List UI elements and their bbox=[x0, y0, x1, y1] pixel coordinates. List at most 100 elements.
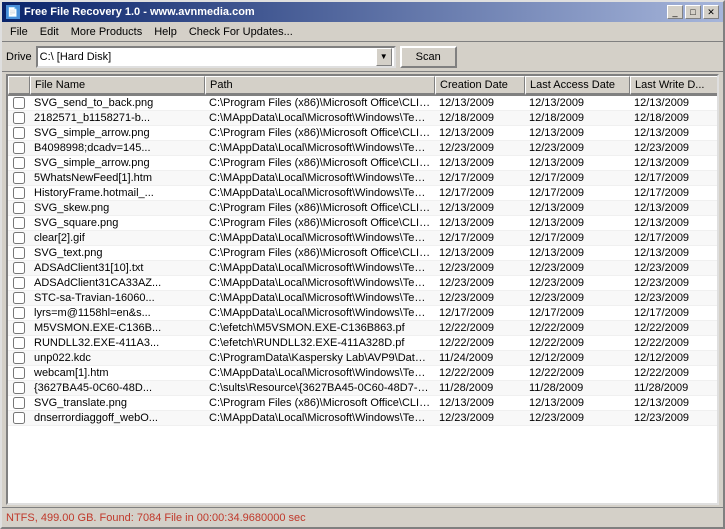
row-created: 12/18/2009 bbox=[435, 111, 525, 125]
row-filename: SVG_simple_arrow.png bbox=[30, 156, 205, 170]
row-written: 12/22/2009 bbox=[630, 336, 717, 350]
table-row[interactable]: 2182571_b1158271-b... C:\MAppData\Local\… bbox=[8, 111, 717, 126]
row-checkbox[interactable] bbox=[8, 247, 30, 259]
row-checkbox[interactable] bbox=[8, 97, 30, 109]
close-button[interactable]: ✕ bbox=[703, 5, 719, 19]
row-checkbox[interactable] bbox=[8, 142, 30, 154]
table-row[interactable]: SVG_simple_arrow.png C:\Program Files (x… bbox=[8, 156, 717, 171]
header-written[interactable]: Last Write D... bbox=[630, 76, 719, 95]
row-checkbox[interactable] bbox=[8, 112, 30, 124]
table-row[interactable]: {3627BA45-0C60-48D... C:\sults\Resource\… bbox=[8, 381, 717, 396]
table-row[interactable]: SVG_text.png C:\Program Files (x86)\Micr… bbox=[8, 246, 717, 261]
title-controls: _ □ ✕ bbox=[667, 5, 719, 19]
status-bar: NTFS, 499.00 GB. Found: 7084 File in 00:… bbox=[2, 507, 723, 527]
table-row[interactable]: SVG_translate.png C:\Program Files (x86)… bbox=[8, 396, 717, 411]
table-row[interactable]: lyrs=m@1158hl=en&s... C:\MAppData\Local\… bbox=[8, 306, 717, 321]
menu-bar: File Edit More Products Help Check For U… bbox=[2, 22, 723, 42]
row-filename: SVG_send_to_back.png bbox=[30, 96, 205, 110]
table-row[interactable]: M5VSMON.EXE-C136B... C:\efetch\M5VSMON.E… bbox=[8, 321, 717, 336]
row-accessed: 12/22/2009 bbox=[525, 336, 630, 350]
row-written: 12/13/2009 bbox=[630, 216, 717, 230]
minimize-button[interactable]: _ bbox=[667, 5, 683, 19]
row-written: 11/28/2009 bbox=[630, 381, 717, 395]
row-checkbox[interactable] bbox=[8, 397, 30, 409]
row-accessed: 12/22/2009 bbox=[525, 366, 630, 380]
maximize-button[interactable]: □ bbox=[685, 5, 701, 19]
header-filename[interactable]: File Name bbox=[30, 76, 205, 95]
file-list-body[interactable]: SVG_send_to_back.png C:\Program Files (x… bbox=[8, 96, 717, 503]
table-row[interactable]: ADSAdClient31CA33AZ... C:\MAppData\Local… bbox=[8, 276, 717, 291]
row-checkbox[interactable] bbox=[8, 322, 30, 334]
title-bar-left: 📄 Free File Recovery 1.0 - www.avnmedia.… bbox=[6, 5, 255, 19]
row-created: 12/22/2009 bbox=[435, 366, 525, 380]
row-checkbox[interactable] bbox=[8, 307, 30, 319]
row-accessed: 12/17/2009 bbox=[525, 231, 630, 245]
row-checkbox[interactable] bbox=[8, 217, 30, 229]
row-checkbox[interactable] bbox=[8, 127, 30, 139]
header-path[interactable]: Path bbox=[205, 76, 435, 95]
menu-check-updates[interactable]: Check For Updates... bbox=[183, 24, 299, 40]
row-path: C:\MAppData\Local\Microsoft\Windows\Temp… bbox=[205, 291, 435, 305]
row-created: 12/22/2009 bbox=[435, 336, 525, 350]
row-checkbox[interactable] bbox=[8, 352, 30, 364]
row-written: 12/17/2009 bbox=[630, 231, 717, 245]
row-written: 12/23/2009 bbox=[630, 411, 717, 425]
row-path: C:\Program Files (x86)\Microsoft Office\… bbox=[205, 126, 435, 140]
table-row[interactable]: STC-sa-Travian-16060... C:\MAppData\Loca… bbox=[8, 291, 717, 306]
row-path: C:\MAppData\Local\Microsoft\Windows\Temp… bbox=[205, 111, 435, 125]
row-filename: lyrs=m@1158hl=en&s... bbox=[30, 306, 205, 320]
table-row[interactable]: SVG_square.png C:\Program Files (x86)\Mi… bbox=[8, 216, 717, 231]
row-created: 12/17/2009 bbox=[435, 306, 525, 320]
row-accessed: 12/22/2009 bbox=[525, 321, 630, 335]
row-checkbox[interactable] bbox=[8, 262, 30, 274]
row-written: 12/13/2009 bbox=[630, 156, 717, 170]
row-checkbox[interactable] bbox=[8, 292, 30, 304]
row-filename: ADSAdClient31[10].txt bbox=[30, 261, 205, 275]
row-checkbox[interactable] bbox=[8, 337, 30, 349]
row-filename: dnserrordiaggoff_webO... bbox=[30, 411, 205, 425]
row-path: C:\Program Files (x86)\Microsoft Office\… bbox=[205, 156, 435, 170]
row-created: 12/13/2009 bbox=[435, 156, 525, 170]
row-created: 12/23/2009 bbox=[435, 411, 525, 425]
table-row[interactable]: unp022.kdc C:\ProgramData\Kaspersky Lab\… bbox=[8, 351, 717, 366]
menu-file[interactable]: File bbox=[4, 24, 34, 40]
drive-dropdown-arrow[interactable]: ▼ bbox=[376, 48, 392, 66]
table-row[interactable]: RUNDLL32.EXE-411A3... C:\efetch\RUNDLL32… bbox=[8, 336, 717, 351]
row-accessed: 12/17/2009 bbox=[525, 306, 630, 320]
row-accessed: 12/18/2009 bbox=[525, 111, 630, 125]
row-checkbox[interactable] bbox=[8, 187, 30, 199]
menu-more-products[interactable]: More Products bbox=[65, 24, 149, 40]
row-checkbox[interactable] bbox=[8, 412, 30, 424]
header-accessed[interactable]: Last Access Date bbox=[525, 76, 630, 95]
table-row[interactable]: SVG_simple_arrow.png C:\Program Files (x… bbox=[8, 126, 717, 141]
scan-button[interactable]: Scan bbox=[400, 46, 457, 68]
table-row[interactable]: SVG_skew.png C:\Program Files (x86)\Micr… bbox=[8, 201, 717, 216]
row-checkbox[interactable] bbox=[8, 202, 30, 214]
header-creation[interactable]: Creation Date bbox=[435, 76, 525, 95]
row-created: 12/23/2009 bbox=[435, 291, 525, 305]
row-checkbox[interactable] bbox=[8, 157, 30, 169]
row-checkbox[interactable] bbox=[8, 367, 30, 379]
row-accessed: 12/23/2009 bbox=[525, 261, 630, 275]
row-checkbox[interactable] bbox=[8, 382, 30, 394]
menu-edit[interactable]: Edit bbox=[34, 24, 65, 40]
row-written: 12/23/2009 bbox=[630, 291, 717, 305]
row-created: 12/13/2009 bbox=[435, 96, 525, 110]
table-row[interactable]: 5WhatsNewFeed[1].htm C:\MAppData\Local\M… bbox=[8, 171, 717, 186]
table-row[interactable]: SVG_send_to_back.png C:\Program Files (x… bbox=[8, 96, 717, 111]
menu-help[interactable]: Help bbox=[148, 24, 183, 40]
table-row[interactable]: ADSAdClient31[10].txt C:\MAppData\Local\… bbox=[8, 261, 717, 276]
table-row[interactable]: webcam[1].htm C:\MAppData\Local\Microsof… bbox=[8, 366, 717, 381]
row-checkbox[interactable] bbox=[8, 172, 30, 184]
table-row[interactable]: dnserrordiaggoff_webO... C:\MAppData\Loc… bbox=[8, 411, 717, 426]
row-checkbox[interactable] bbox=[8, 232, 30, 244]
row-checkbox[interactable] bbox=[8, 277, 30, 289]
drive-combobox[interactable]: C:\ [Hard Disk] ▼ bbox=[36, 46, 396, 68]
row-accessed: 12/17/2009 bbox=[525, 186, 630, 200]
table-row[interactable]: HistoryFrame.hotmail_... C:\MAppData\Loc… bbox=[8, 186, 717, 201]
table-row[interactable]: clear[2].gif C:\MAppData\Local\Microsoft… bbox=[8, 231, 717, 246]
main-window: 📄 Free File Recovery 1.0 - www.avnmedia.… bbox=[0, 0, 725, 529]
row-path: C:\MAppData\Local\Microsoft\Windows\Temp… bbox=[205, 276, 435, 290]
row-written: 12/13/2009 bbox=[630, 126, 717, 140]
table-row[interactable]: B4098998;dcadv=145... C:\MAppData\Local\… bbox=[8, 141, 717, 156]
